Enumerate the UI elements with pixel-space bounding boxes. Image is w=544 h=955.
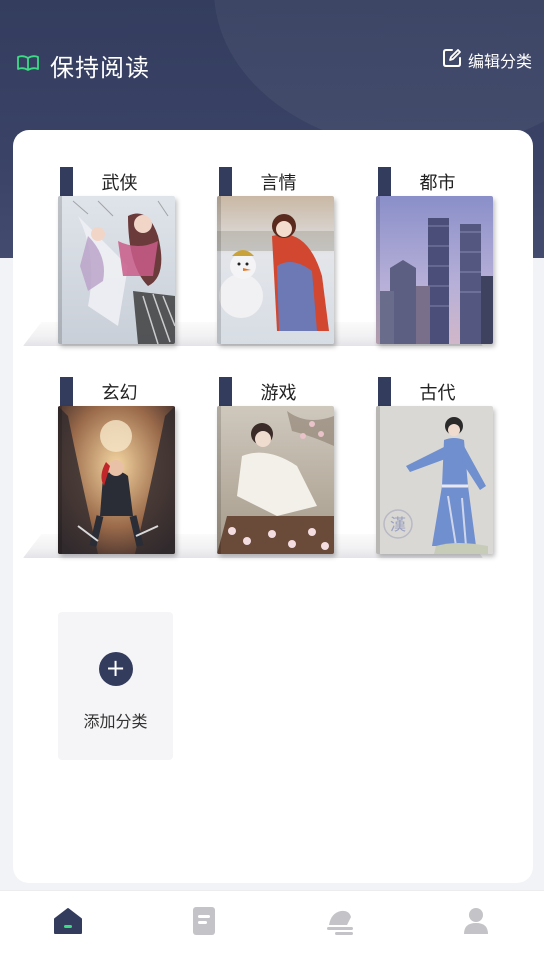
category-label-bar: 玄幻 xyxy=(60,376,166,408)
document-icon xyxy=(191,906,217,940)
edit-category-label: 编辑分类 xyxy=(467,52,532,71)
category-game[interactable]: 游戏 xyxy=(217,376,335,556)
category-label-bar: 言情 xyxy=(219,166,325,198)
tab-write[interactable] xyxy=(310,898,370,948)
app-title: 保持阅读 xyxy=(16,48,150,82)
home-icon xyxy=(53,907,83,939)
category-label-bar: 武侠 xyxy=(60,166,166,198)
fantasy-cover xyxy=(58,406,175,554)
category-wuxia[interactable]: 武侠 xyxy=(58,166,176,346)
category-label: 言情 xyxy=(260,173,297,194)
add-category-button[interactable]: + 添加分类 xyxy=(58,612,173,760)
edit-category-button[interactable]: 编辑分类 xyxy=(442,48,532,72)
category-label: 古代 xyxy=(419,383,456,404)
category-ancient[interactable]: 古代 漢 xyxy=(376,376,494,556)
bookshelf-card: 武侠 言情 都市 玄幻 游戏 古代 漢 + 添加分类 xyxy=(13,130,533,883)
wuxia-cover xyxy=(58,196,175,344)
tab-profile[interactable] xyxy=(446,898,506,948)
category-label: 武侠 xyxy=(101,173,138,194)
category-city[interactable]: 都市 xyxy=(376,166,494,346)
page-title: 保持阅读 xyxy=(50,53,150,82)
category-label-bar: 古代 xyxy=(378,376,484,408)
romance-cover xyxy=(217,196,334,344)
tab-book[interactable] xyxy=(174,898,234,948)
category-label: 玄幻 xyxy=(101,383,138,404)
category-romance[interactable]: 言情 xyxy=(217,166,335,346)
bottom-tab-bar xyxy=(0,890,544,955)
tab-home[interactable] xyxy=(38,898,98,948)
game-cover xyxy=(217,406,334,554)
add-category-label: 添加分类 xyxy=(83,712,148,731)
category-label: 都市 xyxy=(419,173,456,194)
category-label-bar: 都市 xyxy=(378,166,484,198)
edit-square-icon xyxy=(442,48,462,72)
user-icon xyxy=(463,906,489,940)
write-icon xyxy=(325,907,355,939)
city-cover xyxy=(376,196,493,344)
category-label: 游戏 xyxy=(260,383,297,404)
category-label-bar: 游戏 xyxy=(219,376,325,408)
category-fantasy[interactable]: 玄幻 xyxy=(58,376,176,556)
plus-icon: + xyxy=(98,652,133,686)
ancient-cover: 漢 xyxy=(376,406,493,554)
open-book-icon xyxy=(16,53,40,77)
cover-watermark: 漢 xyxy=(390,515,406,534)
